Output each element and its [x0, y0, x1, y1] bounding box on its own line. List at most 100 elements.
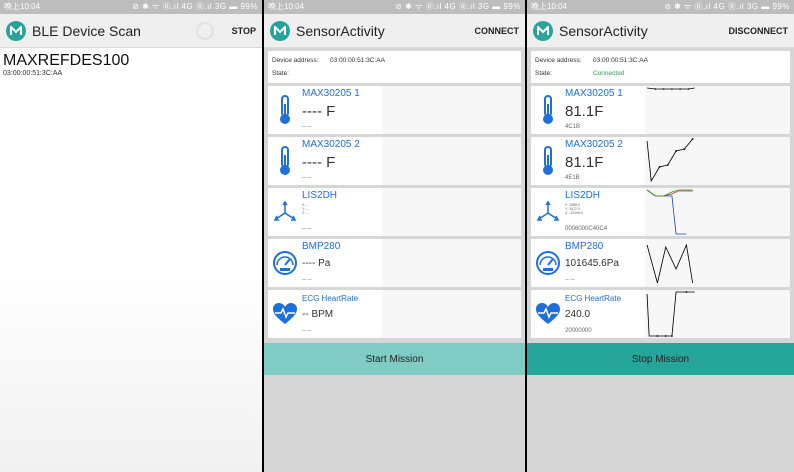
- sensor-value: ---- Pa: [302, 258, 331, 269]
- sensor-card-ecg-heartrate[interactable]: ECG HeartRate -- BPM -- --: [268, 290, 521, 338]
- sensor-raw: 20000000: [565, 328, 592, 334]
- status-icons: ⊘ ✱ ᯤ Ⓡ.ıl 4G Ⓡ.ıl 3G ▬ 99%: [395, 2, 521, 11]
- sensor-card-max30205-1[interactable]: MAX30205 1 ---- F -- --: [268, 86, 521, 134]
- maxim-logo-icon: [270, 20, 290, 41]
- sensor-raw: 4C1B: [565, 124, 581, 130]
- accel-axes: X: 1586.0 Y: 3072.0 Z: -15196.0: [565, 203, 645, 215]
- thermometer-icon: [268, 137, 302, 185]
- sensor-raw: -- --: [302, 277, 312, 283]
- sensor-name: BMP280: [565, 241, 604, 252]
- sensor-chart: [382, 239, 521, 287]
- sensor-raw: -- --: [302, 175, 312, 181]
- sensor-value: ---- F: [302, 154, 336, 171]
- status-time: 晚上10:04: [268, 2, 305, 11]
- sensor-chart: [382, 188, 521, 236]
- device-info-panel: Device address: 03:00:00:51:3C:AA State:: [268, 51, 521, 83]
- sensor-raw: 0006000C40C4: [565, 226, 608, 232]
- status-icons: ⊘ ✱ ᯤ Ⓡ.ıl 4G Ⓡ.ıl 3G ▬ 99%: [664, 2, 790, 11]
- empty-list-area: [0, 272, 262, 472]
- sensor-raw: -- --: [302, 328, 312, 334]
- address-value: 03:00:00:51:3C:AA: [330, 57, 385, 64]
- sensor-card-lis2dh[interactable]: LIS2DH X: 1586.0 Y: 3072.0 Z: -15196.0 000…: [531, 188, 790, 236]
- sensor-card-bmp280[interactable]: BMP280 101645.6Pa -- --: [531, 239, 790, 287]
- app-bar: BLE Device Scan STOP: [0, 14, 262, 48]
- device-list-item[interactable]: MAXREFDES100 03:00:00:51:3C:AA: [0, 48, 262, 77]
- axes-icon: [531, 188, 565, 236]
- gauge-icon: [268, 239, 302, 287]
- sensor-card-max30205-1[interactable]: MAX30205 1 81.1F 4C1B: [531, 86, 790, 134]
- sensor-chart: [382, 137, 521, 185]
- sensor-name: MAX30205 2: [302, 139, 360, 150]
- sensor-chart: [645, 137, 790, 185]
- status-bar: 晚上10:04 ⊘ ✱ ᯤ Ⓡ.ıl 4G Ⓡ.ıl 3G ▬ 99%: [264, 0, 525, 14]
- scanning-spinner-icon: [195, 21, 214, 40]
- sensor-raw: -- --: [302, 124, 312, 130]
- thermometer-icon: [531, 137, 565, 185]
- sensor-card-max30205-2[interactable]: MAX30205 2 81.1F 4E1B: [531, 137, 790, 185]
- sensor-value: ---- F: [302, 103, 336, 120]
- sensor-name: BMP280: [302, 241, 341, 252]
- sensor-name: MAX30205 1: [565, 88, 623, 99]
- sensor-card-max30205-2[interactable]: MAX30205 2 ---- F -- --: [268, 137, 521, 185]
- connect-button[interactable]: CONNECT: [475, 26, 520, 36]
- sensor-value: 101645.6Pa: [565, 258, 619, 269]
- sensor-card-bmp280[interactable]: BMP280 ---- Pa -- --: [268, 239, 521, 287]
- app-title: SensorActivity: [559, 22, 648, 39]
- sensor-value: 81.1F: [565, 154, 604, 171]
- status-time: 晚上10:04: [531, 2, 568, 11]
- axes-icon: [268, 188, 302, 236]
- sensor-chart: [382, 290, 521, 338]
- sensor-list: MAX30205 1 ---- F -- -- MAX30205 2 ---- F --…: [264, 86, 525, 338]
- status-bar: 晚上10:04 ⊘ ✱ ᯤ Ⓡ.ıl 4G Ⓡ.ıl 3G ▬ 99%: [527, 0, 794, 14]
- sensor-activity-screen-disconnected: 晚上10:04 ⊘ ✱ ᯤ Ⓡ.ıl 4G Ⓡ.ıl 3G ▬ 99% Sens…: [264, 0, 525, 472]
- device-name: MAXREFDES100: [3, 52, 130, 69]
- device-info-panel: Device address: 03:00:00:51:3C:AA State: C…: [531, 51, 790, 83]
- axis-z: Z: -15196.0: [565, 211, 583, 215]
- sensor-list: MAX30205 1 81.1F 4C1B MAX30205 2 81.1F 4E1B …: [527, 86, 794, 338]
- heart-pulse-icon: [268, 290, 302, 338]
- sensor-chart: [645, 188, 790, 236]
- accel-axes: X: -- Y: -- Z: --: [302, 203, 382, 215]
- sensor-raw: -- --: [302, 226, 312, 232]
- disconnect-button[interactable]: DISCONNECT: [728, 26, 788, 36]
- ble-scan-screen: 晚上10:04 ⊘ ✱ ᯤ Ⓡ.ıl 4G Ⓡ.ıl 3G ▬ 99% BLE …: [0, 0, 262, 472]
- state-value: Connected: [593, 70, 625, 77]
- sensor-value: -- BPM: [302, 309, 334, 320]
- sensor-chart: [645, 86, 790, 134]
- sensor-name: MAX30205 1: [302, 88, 360, 99]
- state-label: State:: [272, 70, 289, 77]
- thermometer-icon: [531, 86, 565, 134]
- sensor-card-ecg-heartrate[interactable]: ECG HeartRate 240.0 20000000: [531, 290, 790, 338]
- thermometer-icon: [268, 86, 302, 134]
- maxim-logo-icon: [533, 20, 553, 41]
- gauge-icon: [531, 239, 565, 287]
- app-title: BLE Device Scan: [32, 22, 141, 39]
- sensor-name: LIS2DH: [302, 190, 338, 201]
- sensor-name: LIS2DH: [565, 190, 601, 201]
- sensor-chart: [645, 239, 790, 287]
- status-bar: 晚上10:04 ⊘ ✱ ᯤ Ⓡ.ıl 4G Ⓡ.ıl 3G ▬ 99%: [0, 0, 262, 14]
- stop-mission-button[interactable]: Stop Mission: [527, 343, 794, 375]
- start-mission-button[interactable]: Start Mission: [264, 343, 525, 375]
- status-time: 晚上10:04: [4, 2, 41, 11]
- axis-z: Z: --: [302, 211, 309, 215]
- sensor-name: ECG HeartRate: [565, 294, 622, 303]
- sensor-card-lis2dh[interactable]: LIS2DH X: -- Y: -- Z: -- -- --: [268, 188, 521, 236]
- sensor-name: MAX30205 2: [565, 139, 623, 150]
- sensor-value: 240.0: [565, 309, 591, 320]
- address-label: Device address:: [535, 57, 582, 64]
- address-label: Device address:: [272, 57, 319, 64]
- sensor-chart: [382, 86, 521, 134]
- sensor-activity-screen-connected: 晚上10:04 ⊘ ✱ ᯤ Ⓡ.ıl 4G Ⓡ.ıl 3G ▬ 99% Sens…: [527, 0, 794, 472]
- heart-pulse-icon: [531, 290, 565, 338]
- stop-button[interactable]: STOP: [232, 26, 256, 36]
- state-label: State:: [535, 70, 552, 77]
- app-bar: SensorActivity DISCONNECT: [527, 14, 794, 48]
- maxim-logo-icon: [6, 20, 26, 41]
- status-icons: ⊘ ✱ ᯤ Ⓡ.ıl 4G Ⓡ.ıl 3G ▬ 99%: [132, 2, 258, 11]
- sensor-value: 81.1F: [565, 103, 604, 120]
- app-title: SensorActivity: [296, 22, 385, 39]
- sensor-raw: 4E1B: [565, 175, 580, 181]
- address-value: 03:00:00:51:3C:AA: [593, 57, 648, 64]
- app-bar: SensorActivity CONNECT: [264, 14, 525, 48]
